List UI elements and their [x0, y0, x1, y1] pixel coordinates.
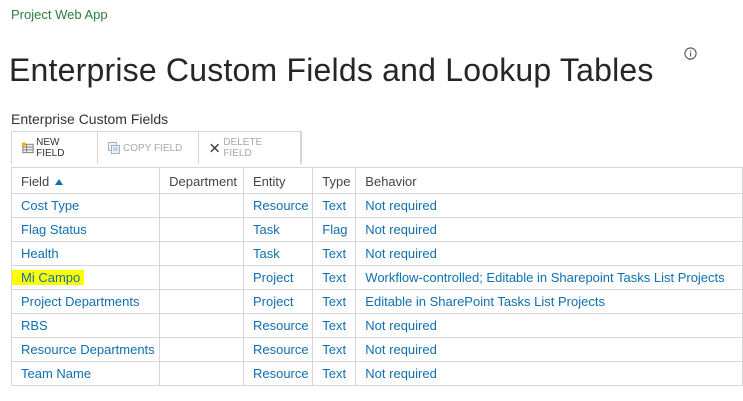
- field-name-link[interactable]: Team Name: [10, 361, 161, 386]
- page-title: Enterprise Custom Fields and Lookup Tabl…: [9, 52, 654, 89]
- field-name-link[interactable]: Cost Type: [10, 193, 161, 218]
- department-cell: [159, 337, 244, 362]
- field-name-link[interactable]: Resource Departments: [10, 337, 161, 362]
- behavior-cell: Not required: [355, 193, 743, 218]
- table-header-row: Field Department Entity Type Behavior: [10, 167, 743, 194]
- column-header-department[interactable]: Department: [159, 167, 244, 194]
- copy-field-button[interactable]: Copy Field: [98, 132, 199, 164]
- type-cell: Text: [312, 241, 357, 266]
- column-header-type[interactable]: Type: [312, 167, 357, 194]
- entity-cell: Resource: [242, 337, 314, 362]
- entity-cell: Task: [242, 217, 314, 242]
- behavior-cell: Not required: [355, 313, 743, 338]
- type-cell: Text: [312, 313, 357, 338]
- custom-fields-table: Field Department Entity Type Behavior Co…: [10, 167, 743, 386]
- column-header-entity[interactable]: Entity: [242, 167, 314, 194]
- department-cell: [159, 217, 244, 242]
- column-header-field-label: Field: [21, 173, 50, 189]
- delete-field-label: Delete Field: [223, 137, 263, 159]
- sort-ascending-icon: [55, 179, 64, 186]
- department-cell: [159, 265, 244, 290]
- copy-field-icon: [108, 142, 120, 154]
- highlighted-field-name[interactable]: Mi Campo: [12, 270, 85, 285]
- department-cell: [159, 361, 244, 386]
- department-cell: [159, 289, 244, 314]
- new-field-icon: [21, 142, 34, 154]
- toolbar: New Field Copy Field Delete Field: [11, 131, 302, 164]
- delete-field-button[interactable]: Delete Field: [199, 132, 301, 164]
- type-cell: Text: [312, 361, 357, 386]
- new-field-label: New Field: [36, 137, 65, 159]
- type-cell: Text: [312, 193, 357, 218]
- field-name-link[interactable]: Project Departments: [10, 289, 161, 314]
- table-row: Project Departments Project Text Editabl…: [10, 289, 743, 314]
- type-cell: Text: [312, 289, 357, 314]
- type-cell: Text: [312, 265, 357, 290]
- behavior-cell: Editable in SharePoint Tasks List Projec…: [355, 289, 743, 314]
- behavior-cell: Not required: [355, 361, 743, 386]
- app-name[interactable]: Project Web App: [11, 7, 108, 22]
- table-row: Health Task Text Not required: [10, 241, 743, 266]
- new-field-button[interactable]: New Field: [12, 132, 98, 164]
- entity-cell: Resource: [242, 361, 314, 386]
- info-icon[interactable]: [684, 47, 697, 60]
- entity-cell: Resource: [242, 313, 314, 338]
- table-row: Resource Departments Resource Text Not r…: [10, 337, 743, 362]
- behavior-cell: Not required: [355, 337, 743, 362]
- department-cell: [159, 241, 244, 266]
- department-cell: [159, 313, 244, 338]
- field-name-link[interactable]: Health: [10, 241, 161, 266]
- behavior-cell: Not required: [355, 217, 743, 242]
- copy-field-label: Copy Field: [123, 142, 183, 154]
- table-row: RBS Resource Text Not required: [10, 313, 743, 338]
- type-cell: Text: [312, 337, 357, 362]
- table-row: Flag Status Task Flag Not required: [10, 217, 743, 242]
- section-title: Enterprise Custom Fields: [11, 111, 169, 127]
- entity-cell: Resource: [242, 193, 314, 218]
- column-header-field[interactable]: Field: [10, 167, 161, 194]
- entity-cell: Project: [242, 289, 314, 314]
- department-cell: [159, 193, 244, 218]
- field-name-link[interactable]: Flag Status: [10, 217, 161, 242]
- field-name-link-highlighted[interactable]: Mi Campo: [10, 265, 161, 290]
- table-row: Cost Type Resource Text Not required: [10, 193, 743, 218]
- type-cell: Flag: [312, 217, 357, 242]
- table-row: Team Name Resource Text Not required: [10, 361, 743, 386]
- behavior-cell: Workflow-controlled; Editable in Sharepo…: [355, 265, 743, 290]
- behavior-cell: Not required: [355, 241, 743, 266]
- delete-icon: [210, 143, 219, 153]
- entity-cell: Task: [242, 241, 314, 266]
- table-row: Mi Campo Project Text Workflow-controlle…: [10, 265, 743, 290]
- field-name-link[interactable]: RBS: [10, 313, 161, 338]
- entity-cell: Project: [242, 265, 314, 290]
- column-header-behavior[interactable]: Behavior: [355, 167, 743, 194]
